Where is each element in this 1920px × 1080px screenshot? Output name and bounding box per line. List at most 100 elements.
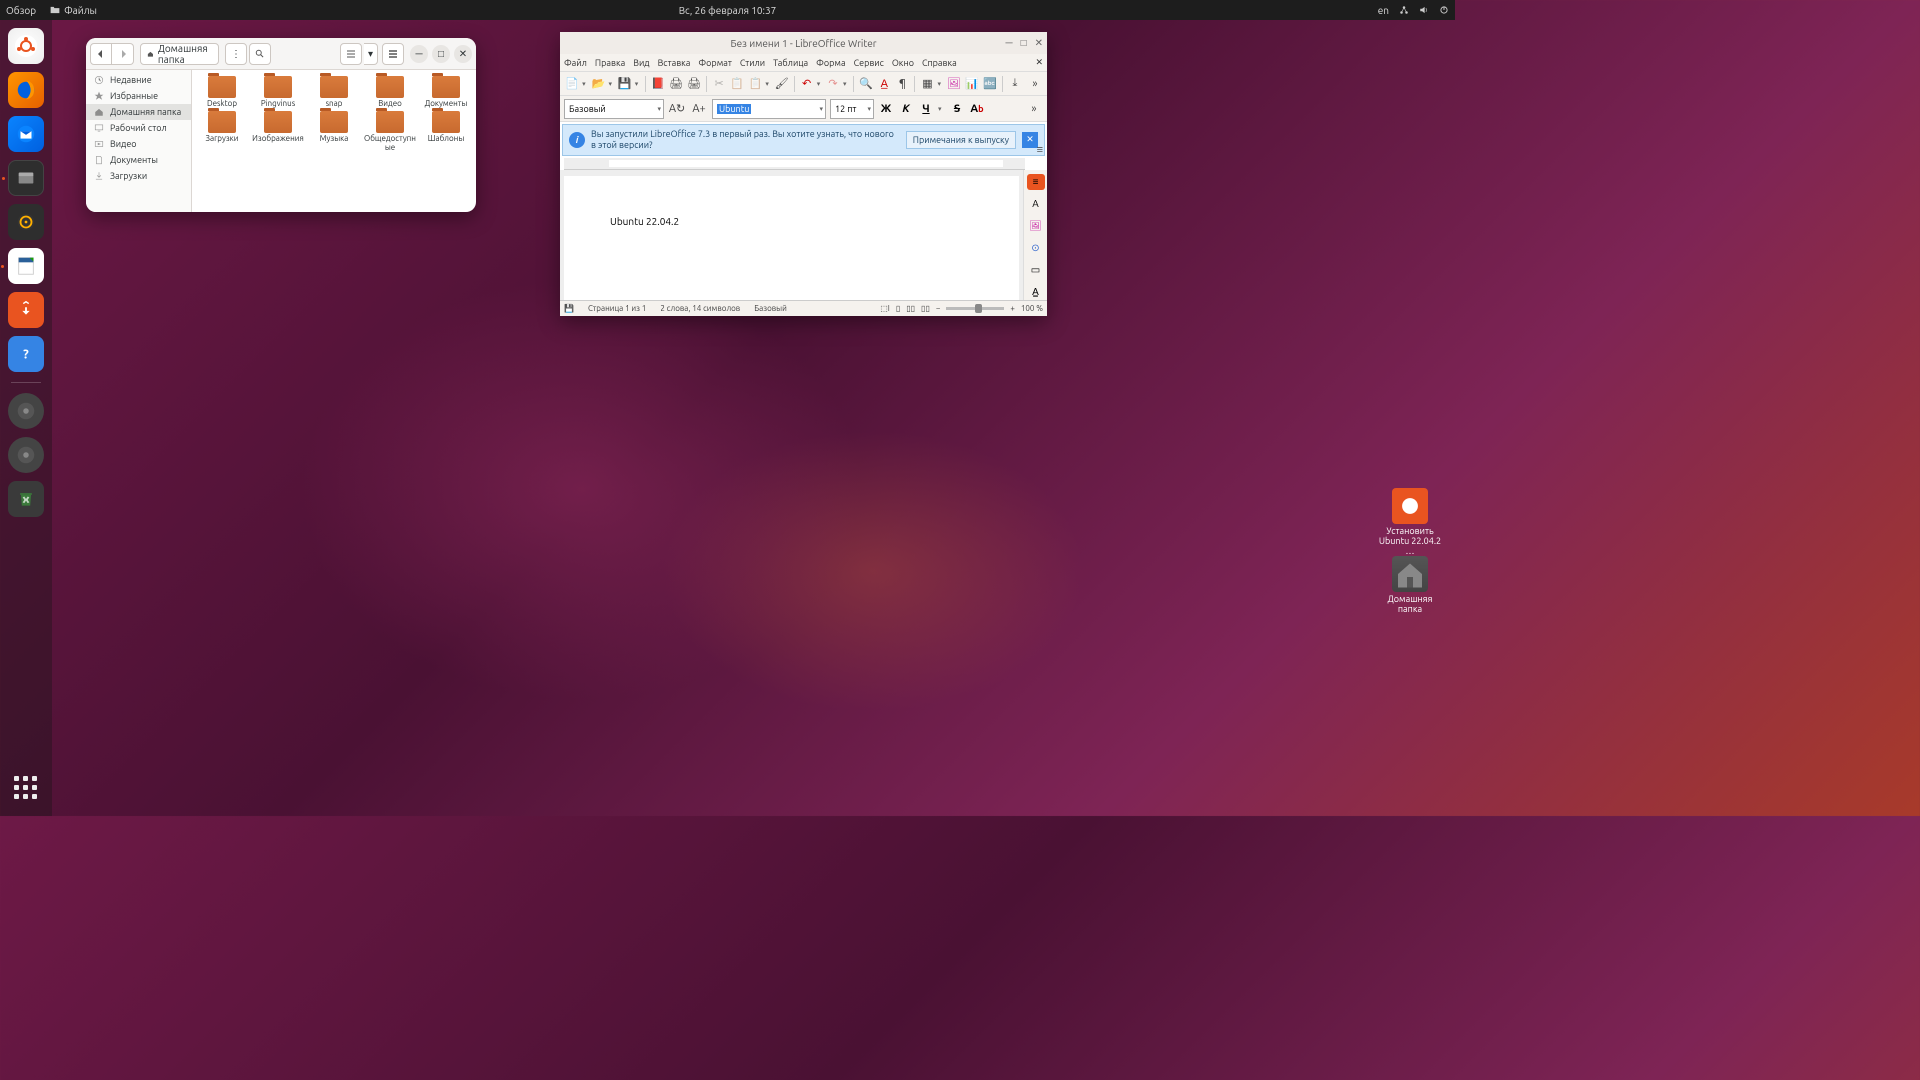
sidebar-navigator[interactable]: ⊙ bbox=[1027, 240, 1045, 256]
dock-firefox[interactable] bbox=[8, 72, 44, 108]
path-bar[interactable]: Домашняя папка bbox=[140, 43, 219, 65]
menu-form[interactable]: Форма bbox=[816, 58, 845, 68]
new-doc-button[interactable]: 📄 bbox=[564, 75, 580, 93]
page[interactable]: Ubuntu 22.04.2 bbox=[564, 176, 1019, 300]
desktop-icon-home[interactable]: Домашняя папка bbox=[1375, 556, 1445, 614]
minimize-button[interactable]: ─ bbox=[1005, 37, 1012, 49]
folder-item[interactable]: Видео bbox=[362, 76, 418, 109]
status-style[interactable]: Базовый bbox=[754, 304, 787, 313]
paste-button[interactable]: 📋 bbox=[747, 75, 763, 93]
sidebar-item-downloads[interactable]: Загрузки bbox=[86, 168, 191, 184]
forward-button[interactable] bbox=[112, 43, 134, 65]
dock-libreoffice-writer[interactable] bbox=[8, 248, 44, 284]
sidebar-properties[interactable]: ≡ bbox=[1027, 174, 1045, 190]
folder-item[interactable]: snap bbox=[306, 76, 362, 109]
sidebar-item-videos[interactable]: Видео bbox=[86, 136, 191, 152]
folder-item[interactable]: Pingvinus bbox=[250, 76, 306, 109]
dock-disk-2[interactable] bbox=[8, 437, 44, 473]
menu-insert[interactable]: Вставка bbox=[658, 58, 691, 68]
textbox-button[interactable]: 🔤 bbox=[982, 75, 998, 93]
close-button[interactable]: ✕ bbox=[454, 45, 472, 63]
back-button[interactable] bbox=[90, 43, 112, 65]
dock-disk-1[interactable] bbox=[8, 393, 44, 429]
desktop-icon-install[interactable]: Установить Ubuntu 22.04.2 … bbox=[1375, 488, 1445, 556]
search-button[interactable] bbox=[249, 43, 271, 65]
folder-item[interactable]: Общедоступные bbox=[362, 111, 418, 153]
page-break-button[interactable]: ⤓ bbox=[1007, 75, 1023, 93]
print-preview-button[interactable]: 🖨 bbox=[686, 75, 702, 93]
dock-thunderbird[interactable] bbox=[8, 116, 44, 152]
volume-icon[interactable] bbox=[1419, 5, 1429, 15]
menu-window[interactable]: Окно bbox=[892, 58, 914, 68]
zoom-in[interactable]: + bbox=[1010, 304, 1015, 313]
new-style-button[interactable]: A+ bbox=[690, 100, 708, 118]
menu-styles[interactable]: Стили bbox=[740, 58, 765, 68]
minimize-button[interactable]: ─ bbox=[410, 45, 428, 63]
maximize-button[interactable]: □ bbox=[1021, 37, 1027, 49]
folder-item[interactable]: Desktop bbox=[194, 76, 250, 109]
update-style-button[interactable]: A↻ bbox=[668, 100, 686, 118]
sidebar-item-documents[interactable]: Документы bbox=[86, 152, 191, 168]
open-button[interactable]: 📂 bbox=[590, 75, 606, 93]
menu-table[interactable]: Таблица bbox=[773, 58, 808, 68]
menu-format[interactable]: Формат bbox=[698, 58, 731, 68]
hamburger-menu[interactable] bbox=[382, 43, 404, 65]
view-list-button[interactable] bbox=[340, 43, 362, 65]
view-multi-page[interactable]: ▯▯ bbox=[906, 304, 915, 313]
app-menu[interactable]: Файлы bbox=[50, 5, 97, 16]
toolbar-overflow[interactable]: » bbox=[1025, 100, 1043, 118]
chart-button[interactable]: 📊 bbox=[964, 75, 980, 93]
image-button[interactable]: 🖼 bbox=[946, 75, 962, 93]
strikethrough-button[interactable]: S bbox=[949, 100, 965, 118]
menu-help[interactable]: Справка bbox=[922, 58, 957, 68]
release-notes-button[interactable]: Примечания к выпуску bbox=[906, 131, 1016, 149]
sidebar-gallery[interactable]: 🖼 bbox=[1027, 218, 1045, 234]
redo-button[interactable]: ↷ bbox=[825, 75, 841, 93]
zoom-slider[interactable] bbox=[946, 307, 1004, 310]
document-area[interactable]: Ubuntu 22.04.2 bbox=[560, 170, 1023, 300]
zoom-percent[interactable]: 100 % bbox=[1021, 304, 1043, 313]
folder-item[interactable]: Загрузки bbox=[194, 111, 250, 153]
activities-button[interactable]: Обзор bbox=[6, 5, 36, 16]
dock-ubuntu-software[interactable] bbox=[8, 292, 44, 328]
dock-files[interactable] bbox=[8, 160, 44, 196]
underline-button[interactable]: Ч bbox=[918, 100, 934, 118]
dock-trash[interactable] bbox=[8, 481, 44, 517]
view-dropdown[interactable]: ▾ bbox=[364, 43, 378, 65]
sidebar-page[interactable]: ▭ bbox=[1027, 262, 1045, 278]
folder-item[interactable]: Документы bbox=[418, 76, 474, 109]
formatting-marks-button[interactable]: ¶ bbox=[894, 75, 910, 93]
italic-button[interactable]: К bbox=[898, 100, 914, 118]
font-size-combo[interactable]: 12 пт▾ bbox=[830, 99, 874, 119]
sidebar-item-recent[interactable]: Недавние bbox=[86, 72, 191, 88]
print-button[interactable]: 🖨 bbox=[668, 75, 684, 93]
cut-button[interactable]: ✂ bbox=[711, 75, 727, 93]
zoom-out[interactable]: − bbox=[936, 304, 941, 313]
font-name-combo[interactable]: Ubuntu▾ bbox=[712, 99, 826, 119]
close-button[interactable]: ✕ bbox=[1035, 37, 1043, 49]
find-button[interactable]: 🔍 bbox=[858, 75, 874, 93]
menu-button[interactable]: ⋮ bbox=[225, 43, 247, 65]
folder-item[interactable]: Шаблоны bbox=[418, 111, 474, 153]
files-content[interactable]: DesktopPingvinussnapВидеоДокументы Загруз… bbox=[192, 70, 476, 212]
document-close-button[interactable]: ✕ bbox=[1035, 57, 1043, 68]
spellcheck-button[interactable]: A̲ bbox=[876, 75, 892, 93]
status-words[interactable]: 2 слова, 14 символов bbox=[660, 304, 740, 313]
menu-view[interactable]: Вид bbox=[633, 58, 649, 68]
sidebar-toggle[interactable]: ≡ bbox=[1037, 144, 1043, 156]
dock-rhythmbox[interactable] bbox=[8, 204, 44, 240]
copy-button[interactable]: 📋 bbox=[729, 75, 745, 93]
status-save-icon[interactable]: 💾 bbox=[564, 304, 574, 313]
paragraph-style-combo[interactable]: Базовый▾ bbox=[564, 99, 664, 119]
sidebar-item-starred[interactable]: Избранные bbox=[86, 88, 191, 104]
clock[interactable]: Вс, 26 февраля 10:37 bbox=[679, 5, 777, 16]
horizontal-ruler[interactable] bbox=[564, 158, 1025, 170]
folder-item[interactable]: Музыка bbox=[306, 111, 362, 153]
sidebar-inspector[interactable]: A͇ bbox=[1027, 284, 1045, 300]
bold-button[interactable]: Ж bbox=[878, 100, 894, 118]
status-page[interactable]: Страница 1 из 1 bbox=[588, 304, 646, 313]
view-single-page[interactable]: ▯ bbox=[896, 304, 900, 313]
menu-file[interactable]: Файл bbox=[564, 58, 587, 68]
undo-button[interactable]: ↶ bbox=[799, 75, 815, 93]
maximize-button[interactable]: □ bbox=[432, 45, 450, 63]
